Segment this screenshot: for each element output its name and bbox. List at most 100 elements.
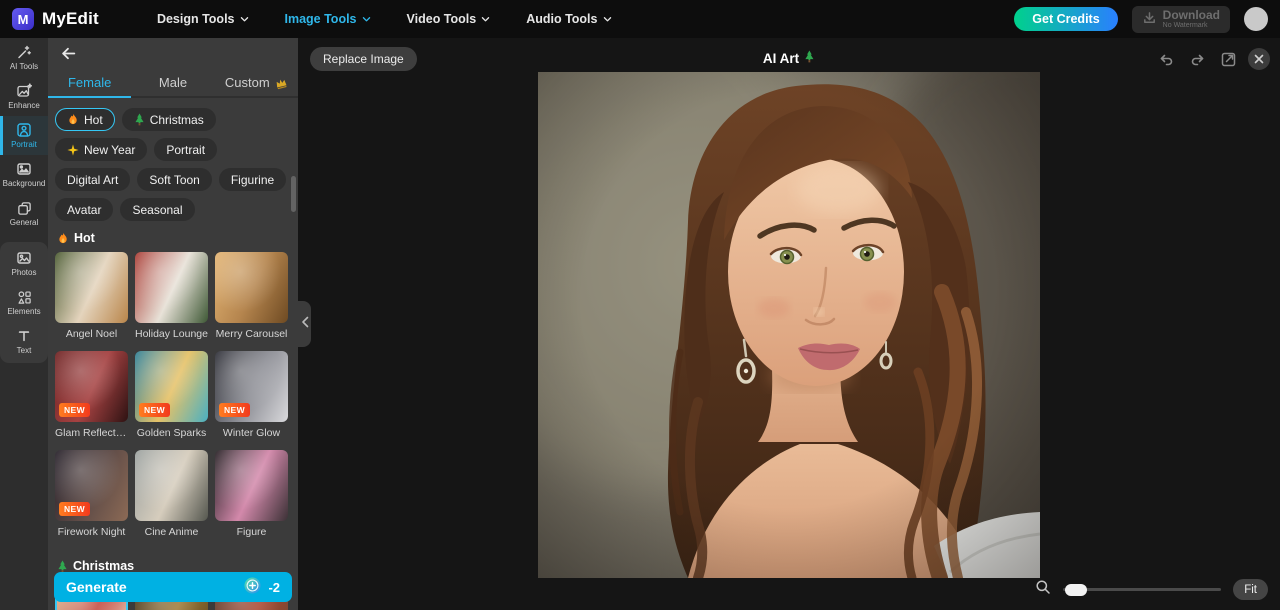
chevron-down-icon — [603, 16, 612, 23]
redo-button[interactable] — [1186, 48, 1208, 70]
rail-item-label: Enhance — [8, 101, 40, 110]
panel-collapse-handle[interactable] — [298, 301, 311, 347]
chevron-down-icon — [481, 16, 490, 23]
topbar: M MyEdit Design Tools Image Tools Video To… — [0, 0, 1280, 38]
canvas-title: AI Art — [763, 50, 815, 66]
filter-chips: Hot Christmas New Year Portrait Digital Art S… — [55, 108, 290, 221]
section-title: Hot — [74, 231, 95, 245]
rail-item-general[interactable]: General — [0, 194, 48, 233]
style-thumb-holiday-lounge[interactable] — [135, 252, 208, 323]
menu-design-tools[interactable]: Design Tools — [157, 12, 249, 26]
chip-figurine[interactable]: Figurine — [219, 168, 286, 191]
style-label: Holiday Lounge — [135, 328, 208, 340]
style-label: Angel Noel — [55, 328, 128, 340]
rail-item-photos[interactable]: Photos — [0, 244, 48, 283]
rail-item-elements[interactable]: Elements — [0, 283, 48, 322]
style-thumb-figure[interactable] — [215, 450, 288, 521]
chip-digital-art[interactable]: Digital Art — [55, 168, 130, 191]
portrait-image — [538, 72, 1040, 578]
style-thumb-golden-sparks[interactable]: NEW — [135, 351, 208, 422]
style-label: Figure — [215, 526, 288, 538]
chip-label: Figurine — [231, 173, 274, 187]
credit-coin-icon — [244, 577, 261, 597]
chip-avatar[interactable]: Avatar — [55, 198, 113, 221]
sparkle-icon — [67, 144, 79, 156]
gender-tabs: Female Male Custom — [48, 69, 298, 98]
tool-rail-bottom-group: Photos Elements Text — [0, 242, 48, 363]
background-image-icon — [16, 161, 32, 177]
close-button[interactable] — [1248, 48, 1270, 70]
chip-seasonal[interactable]: Seasonal — [120, 198, 194, 221]
chevron-down-icon — [362, 16, 371, 23]
style-label: Winter Glow — [215, 427, 288, 439]
style-cell: NEW Winter Glow — [215, 351, 288, 450]
rail-item-label: AI Tools — [10, 62, 38, 71]
photo-icon — [16, 250, 32, 266]
style-grid-hot: Angel Noel Holiday Lounge Merry Carousel NE… — [55, 252, 290, 549]
menu-audio-tools[interactable]: Audio Tools — [526, 12, 611, 26]
rail-item-label: Portrait — [11, 140, 37, 149]
get-credits-button[interactable]: Get Credits — [1014, 7, 1117, 31]
style-thumb-merry-carousel[interactable] — [215, 252, 288, 323]
style-label: Merry Carousel — [215, 328, 288, 340]
rail-item-portrait[interactable]: Portrait — [0, 116, 48, 155]
canvas-title-text: AI Art — [763, 51, 799, 66]
chip-christmas[interactable]: Christmas — [122, 108, 216, 131]
tab-female[interactable]: Female — [48, 69, 131, 96]
zoom-slider[interactable] — [1063, 588, 1221, 592]
generate-button[interactable]: Generate -2 — [54, 572, 292, 602]
style-cell: NEWGlam Reflection — [55, 351, 128, 450]
style-thumb-angel-noel[interactable] — [55, 252, 128, 323]
magic-wand-icon — [16, 44, 32, 60]
rail-item-label: Text — [17, 346, 32, 355]
chip-hot[interactable]: Hot — [55, 108, 115, 131]
chip-label: Hot — [84, 113, 103, 127]
rail-item-label: Photos — [12, 268, 37, 277]
text-t-icon — [17, 329, 31, 343]
zoom-controls: Fit — [1035, 579, 1268, 600]
rail-item-text[interactable]: Text — [0, 322, 48, 361]
chip-label: Portrait — [166, 143, 205, 157]
tab-label: Custom — [225, 75, 270, 90]
download-button[interactable]: Download No Watermark — [1132, 6, 1230, 33]
credit-cost: -2 — [268, 580, 280, 595]
menu-image-tools[interactable]: Image Tools — [285, 12, 371, 26]
panel-scrollbar[interactable] — [291, 176, 296, 212]
style-panel: Female Male Custom Hot Christmas New Year Por… — [48, 38, 298, 610]
zoom-magnifier-icon — [1035, 579, 1051, 600]
new-badge: NEW — [139, 403, 170, 417]
menu-video-tools[interactable]: Video Tools — [407, 12, 491, 26]
user-avatar[interactable] — [1244, 7, 1268, 31]
menu-label: Image Tools — [285, 12, 357, 26]
back-button[interactable] — [56, 43, 80, 67]
export-image-button[interactable] — [1217, 48, 1239, 70]
style-thumb-glam-reflection[interactable]: NEW — [55, 351, 128, 422]
chip-label: Soft Toon — [149, 173, 199, 187]
chip-new-year[interactable]: New Year — [55, 138, 147, 161]
fit-button[interactable]: Fit — [1233, 579, 1268, 600]
tab-custom[interactable]: Custom — [215, 69, 298, 96]
chip-label: Avatar — [67, 203, 101, 217]
tab-label: Male — [159, 75, 187, 90]
brand[interactable]: M MyEdit — [12, 8, 99, 30]
replace-image-button[interactable]: Replace Image — [310, 47, 417, 71]
enhance-image-icon — [16, 83, 32, 99]
style-thumb-firework-night[interactable]: NEW — [55, 450, 128, 521]
style-thumb-winter-glow[interactable]: NEW — [215, 351, 288, 422]
rail-item-ai-tools[interactable]: AI Tools — [0, 38, 48, 77]
style-cell: Holiday Lounge — [135, 252, 208, 351]
rail-item-background[interactable]: Background — [0, 155, 48, 194]
rail-item-enhance[interactable]: Enhance — [0, 77, 48, 116]
tab-male[interactable]: Male — [131, 69, 214, 96]
chip-label: New Year — [84, 143, 135, 157]
chip-portrait[interactable]: Portrait — [154, 138, 217, 161]
style-label: Firework Night — [55, 526, 128, 538]
menu-label: Audio Tools — [526, 12, 597, 26]
style-label: Cine Anime — [135, 526, 208, 538]
style-cell: Angel Noel — [55, 252, 128, 351]
undo-button[interactable] — [1155, 48, 1177, 70]
chip-soft-toon[interactable]: Soft Toon — [137, 168, 211, 191]
style-thumb-cine-anime[interactable] — [135, 450, 208, 521]
zoom-slider-thumb[interactable] — [1065, 584, 1087, 596]
tree-icon — [57, 560, 68, 573]
